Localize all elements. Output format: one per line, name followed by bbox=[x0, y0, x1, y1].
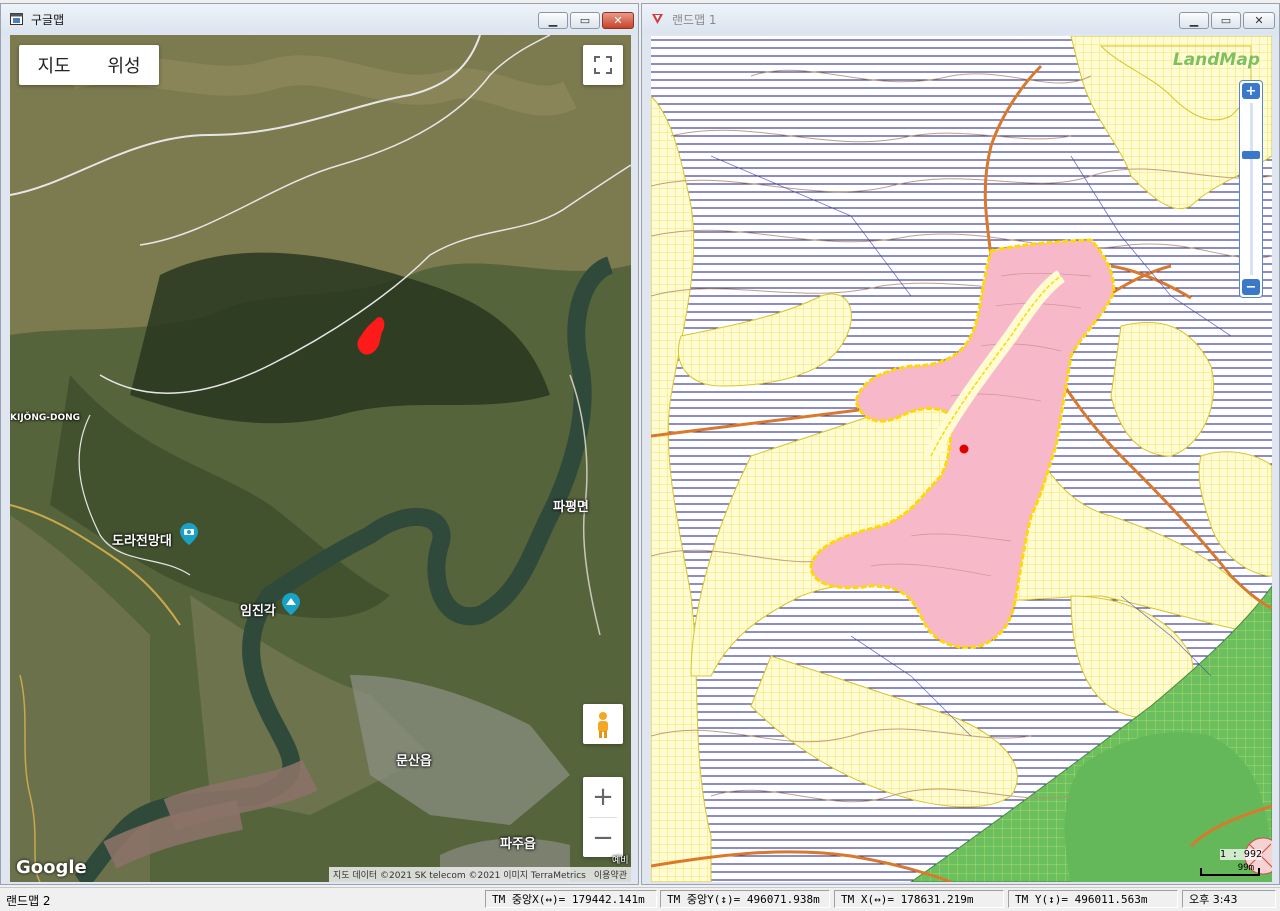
status-tm-center-x: TM 중앙X(↔)= 179442.141m bbox=[485, 890, 657, 908]
place-label-paju: 파주읍 bbox=[500, 837, 536, 852]
zoom-control: + − bbox=[583, 777, 623, 857]
pegman-icon bbox=[598, 712, 608, 738]
maximize-button[interactable]: ▭ bbox=[1211, 12, 1241, 29]
zoom-in-button[interactable]: + bbox=[583, 777, 623, 817]
map-type-tab-satellite[interactable]: 위성 bbox=[89, 45, 159, 85]
minimize-button[interactable]: ▁ bbox=[538, 12, 568, 29]
place-label-dora: 도라전망대 bbox=[112, 534, 172, 549]
maximize-button[interactable]: ▭ bbox=[570, 12, 600, 29]
cadastral-map bbox=[651, 36, 1272, 882]
status-tm-center-y: TM 중앙Y(↕)= 496071.938m bbox=[660, 890, 830, 908]
fullscreen-button[interactable] bbox=[583, 45, 623, 85]
google-map-window: 구글맵 ▁ ▭ ✕ 지도 위성 + − KIJŎNG-DONG 도라전망대 임진… bbox=[0, 3, 639, 885]
place-label-kijong: KIJŎNG-DONG bbox=[10, 413, 81, 423]
zoom-out-icon[interactable]: − bbox=[1242, 279, 1260, 295]
close-button[interactable]: ✕ bbox=[602, 12, 634, 29]
status-bar: 랜드맵 2 TM 중앙X(↔)= 179442.141m TM 중앙Y(↕)= … bbox=[0, 887, 1280, 911]
landmap-titlebar[interactable]: 랜드맵 1 ▁ ▭ ✕ bbox=[642, 4, 1279, 34]
fullscreen-icon bbox=[594, 56, 612, 74]
place-label-imjingak: 임진각 bbox=[240, 604, 276, 619]
zoom-thumb[interactable] bbox=[1242, 151, 1260, 159]
zoom-slider[interactable]: + − bbox=[1239, 80, 1263, 298]
landmap-window-icon bbox=[652, 14, 663, 24]
maximize-icon: ▭ bbox=[1220, 14, 1232, 27]
terms-link[interactable]: 이용약관 bbox=[594, 868, 627, 881]
maximize-icon: ▭ bbox=[579, 14, 591, 27]
minimize-icon: ▁ bbox=[1189, 14, 1199, 27]
scale-bar-label: 99m bbox=[1237, 863, 1254, 873]
zoom-in-icon[interactable]: + bbox=[1242, 83, 1260, 99]
street-view-pegman[interactable] bbox=[583, 704, 623, 744]
close-icon: ✕ bbox=[613, 14, 623, 27]
close-button[interactable]: ✕ bbox=[1243, 12, 1275, 29]
close-icon: ✕ bbox=[1254, 14, 1264, 27]
status-app-label: 랜드맵 2 bbox=[6, 894, 51, 908]
map-attribution: 지도 데이터 ©2021 SK telecom ©2021 이미지 TerraM… bbox=[328, 867, 631, 882]
landmap-logo: LandMap bbox=[1172, 50, 1260, 70]
satellite-map[interactable]: 지도 위성 + − KIJŎNG-DONG 도라전망대 임진각 파평면 문산읍 … bbox=[10, 35, 631, 882]
satellite-imagery bbox=[10, 35, 631, 882]
google-map-window-title: 구글맵 bbox=[31, 13, 65, 27]
minimize-icon: ▁ bbox=[548, 14, 558, 27]
zoom-track[interactable] bbox=[1250, 103, 1253, 275]
landmap-window: 랜드맵 1 ▁ ▭ ✕ LandMap + − 1: 992 99m bbox=[641, 3, 1280, 885]
map-type-control: 지도 위성 bbox=[19, 45, 159, 85]
attribution-text: 지도 데이터 ©2021 SK telecom ©2021 이미지 TerraM… bbox=[332, 871, 586, 881]
minimize-button[interactable]: ▁ bbox=[1179, 12, 1209, 29]
landmark-pin-icon bbox=[282, 593, 300, 615]
map-type-tab-map[interactable]: 지도 bbox=[19, 45, 89, 85]
google-map-titlebar[interactable]: 구글맵 ▁ ▭ ✕ bbox=[1, 4, 638, 34]
status-tm-y: TM Y(↕)= 496011.563m bbox=[1008, 890, 1178, 908]
place-label-yebi: 예비 bbox=[612, 856, 629, 866]
place-label-papyeong: 파평면 bbox=[553, 500, 589, 515]
place-label-munsan: 문산읍 bbox=[396, 754, 432, 769]
zoom-out-button[interactable]: − bbox=[583, 818, 623, 857]
map-scale: 1 : 992 bbox=[1219, 849, 1262, 860]
google-logo: Google bbox=[16, 857, 87, 878]
landmap-canvas[interactable]: LandMap + − 1 : 992 99m bbox=[651, 36, 1272, 882]
map-window-icon bbox=[10, 13, 23, 25]
camera-pin-icon bbox=[180, 523, 198, 545]
location-marker bbox=[959, 444, 969, 454]
status-time: 오후 3:43 bbox=[1182, 890, 1276, 908]
status-tm-x: TM X(↔)= 178631.219m bbox=[834, 890, 1004, 908]
landmap-window-title: 랜드맵 1 bbox=[672, 13, 717, 27]
